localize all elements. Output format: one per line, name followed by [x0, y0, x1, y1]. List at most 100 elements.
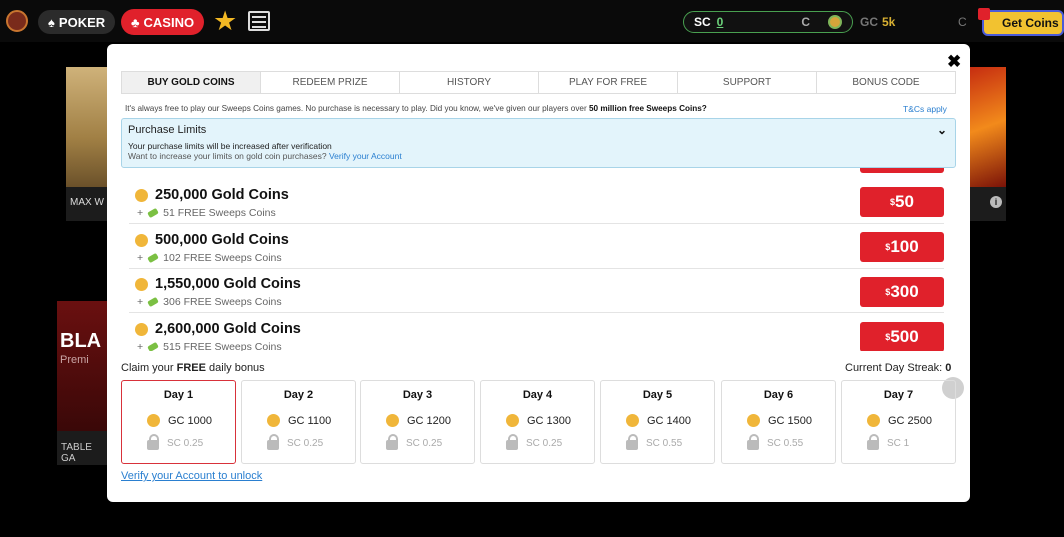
casino-nav-button[interactable]: ♣ CASINO	[121, 9, 205, 35]
casino-label: CASINO	[143, 14, 195, 30]
chevron-down-icon[interactable]: ⌄	[937, 123, 947, 137]
free-play-notice: It's always free to play our Sweeps Coin…	[125, 104, 707, 113]
claim-bold: FREE	[176, 362, 206, 374]
game-tile-left[interactable]	[66, 67, 110, 187]
package-bonus-text: 102 FREE Sweeps Coins	[163, 252, 282, 264]
sweeps-coins-balance[interactable]: SC 0 C	[683, 11, 853, 33]
package-bonus: + 306 FREE Sweeps Coins	[137, 296, 282, 308]
claim-pre: Claim your	[121, 362, 177, 374]
day-sc: SC 0.25	[386, 434, 442, 450]
claim-post: daily bonus	[205, 362, 265, 374]
tab-history[interactable]: HISTORY	[400, 72, 539, 93]
day-sc-text: SC 0.55	[767, 437, 804, 449]
gold-coin-icon	[626, 414, 639, 427]
streak-label: Current Day Streak:	[845, 362, 946, 374]
day-sc-text: SC 0.25	[526, 437, 563, 449]
day-card[interactable]: Day 3 GC 1200 SC 0.25	[360, 380, 475, 464]
limits-line1: Your purchase limits will be increased a…	[128, 141, 332, 151]
lock-icon	[626, 434, 638, 450]
gold-coin-icon	[506, 414, 519, 427]
poker-label: POKER	[58, 14, 106, 30]
verify-account-link[interactable]: Verify your Account	[329, 151, 402, 161]
day-sc: SC 1	[867, 434, 909, 450]
tab-redeem-prize[interactable]: REDEEM PRIZE	[261, 72, 400, 93]
day-card[interactable]: Day 2 GC 1100 SC 0.25	[241, 380, 356, 464]
game-tile-table-caption: TABLE GA	[57, 431, 107, 465]
game-tile-table[interactable]	[57, 301, 107, 431]
day-sc: SC 0.55	[626, 434, 683, 450]
package-list: 250,000 Gold Coins + 51 FREE Sweeps Coin…	[121, 168, 956, 351]
package-name: 2,600,000 Gold Coins	[135, 321, 301, 337]
poker-nav-button[interactable]: ♠ POKER	[38, 10, 116, 34]
purchase-limits-panel[interactable]: Purchase Limits Your purchase limits wil…	[121, 118, 956, 168]
sweeps-coin-icon	[147, 296, 159, 308]
limits-title: Purchase Limits	[128, 124, 207, 136]
list-item: 1,550,000 Gold Coins + 306 FREE Sweeps C…	[129, 269, 944, 313]
price-value: 100	[890, 237, 919, 256]
day-sc: SC 0.25	[147, 434, 203, 450]
lock-icon	[506, 434, 518, 450]
day-streak: Current Day Streak: 0	[845, 362, 951, 374]
package-bonus: + 515 FREE Sweeps Coins	[137, 341, 282, 351]
gold-coin-icon	[386, 414, 399, 427]
previous-price-button[interactable]	[860, 168, 944, 173]
get-coins-button[interactable]: Get Coins	[982, 10, 1064, 36]
buy-button[interactable]: $50	[860, 187, 944, 217]
avatar[interactable]	[6, 10, 28, 32]
close-icon[interactable]: ✖	[947, 52, 961, 72]
day-card[interactable]: Day 7 GC 2500 SC 1	[841, 380, 956, 464]
gc-refresh-icon[interactable]: C	[958, 15, 967, 29]
package-bonus-text: 306 FREE Sweeps Coins	[163, 296, 282, 308]
currency-toggle-icon[interactable]	[828, 15, 842, 29]
tab-buy-gold-coins[interactable]: BUY GOLD COINS	[122, 72, 261, 93]
day-gc-text: GC 1300	[527, 414, 572, 427]
game-tile-right[interactable]	[966, 67, 1006, 187]
refresh-icon[interactable]: C	[801, 15, 810, 29]
buy-button[interactable]: $100	[860, 232, 944, 262]
buy-button[interactable]: $300	[860, 277, 944, 307]
day-gc-text: GC 1200	[407, 414, 452, 427]
package-name: 500,000 Gold Coins	[135, 232, 289, 248]
verify-account-unlock-link[interactable]: Verify your Account to unlock	[121, 470, 262, 482]
day-card[interactable]: Day 5 GC 1400 SC 0.55	[600, 380, 715, 464]
day-gc: GC 1500	[747, 414, 812, 427]
day-label: Day 4	[522, 389, 553, 401]
package-bonus-text: 515 FREE Sweeps Coins	[163, 341, 282, 351]
gold-coin-icon	[135, 322, 148, 336]
price-value: 300	[890, 282, 919, 301]
lock-icon	[867, 434, 879, 450]
day-card[interactable]: Day 4 GC 1300 SC 0.25	[480, 380, 595, 464]
tcs-link[interactable]: T&Cs apply	[903, 104, 947, 114]
day-label: Day 6	[763, 389, 794, 401]
limits-line2: Want to increase your limits on gold coi…	[128, 151, 402, 161]
package-name-text: 2,600,000 Gold Coins	[155, 321, 301, 337]
gc-label: GC	[860, 15, 878, 29]
day-gc: GC 1000	[147, 414, 212, 427]
list-item: 2,600,000 Gold Coins + 515 FREE Sweeps C…	[129, 314, 944, 351]
day-card[interactable]: Day 6 GC 1500 SC 0.55	[721, 380, 836, 464]
lock-icon	[147, 434, 159, 450]
day-sc-text: SC 0.55	[646, 437, 683, 449]
info-icon[interactable]: i	[990, 196, 1002, 208]
sc-value[interactable]: 0	[717, 15, 724, 29]
gold-coin-icon	[867, 414, 880, 427]
tab-bonus-code[interactable]: BONUS CODE	[817, 72, 955, 93]
gold-coin-icon	[135, 188, 148, 202]
package-name-text: 250,000 Gold Coins	[155, 187, 289, 203]
buy-button[interactable]: $500	[860, 322, 944, 351]
package-bonus-text: 51 FREE Sweeps Coins	[163, 207, 276, 219]
tab-play-for-free[interactable]: PLAY FOR FREE	[539, 72, 678, 93]
lobby-grid-icon[interactable]	[248, 11, 270, 31]
lock-icon	[386, 434, 398, 450]
day-gc: GC 1200	[386, 414, 451, 427]
day-card[interactable]: Day 1 GC 1000 SC 0.25	[121, 380, 236, 464]
sweeps-coin-icon	[147, 252, 159, 264]
package-bonus: + 51 FREE Sweeps Coins	[137, 207, 276, 219]
day-sc: SC 0.25	[506, 434, 563, 450]
day-gc: GC 2500	[867, 414, 932, 427]
favorites-star-icon[interactable]: ★	[213, 8, 237, 35]
tab-support[interactable]: SUPPORT	[678, 72, 817, 93]
package-name-text: 500,000 Gold Coins	[155, 232, 289, 248]
day-gc-text: GC 2500	[888, 414, 933, 427]
gift-icon	[978, 8, 990, 20]
